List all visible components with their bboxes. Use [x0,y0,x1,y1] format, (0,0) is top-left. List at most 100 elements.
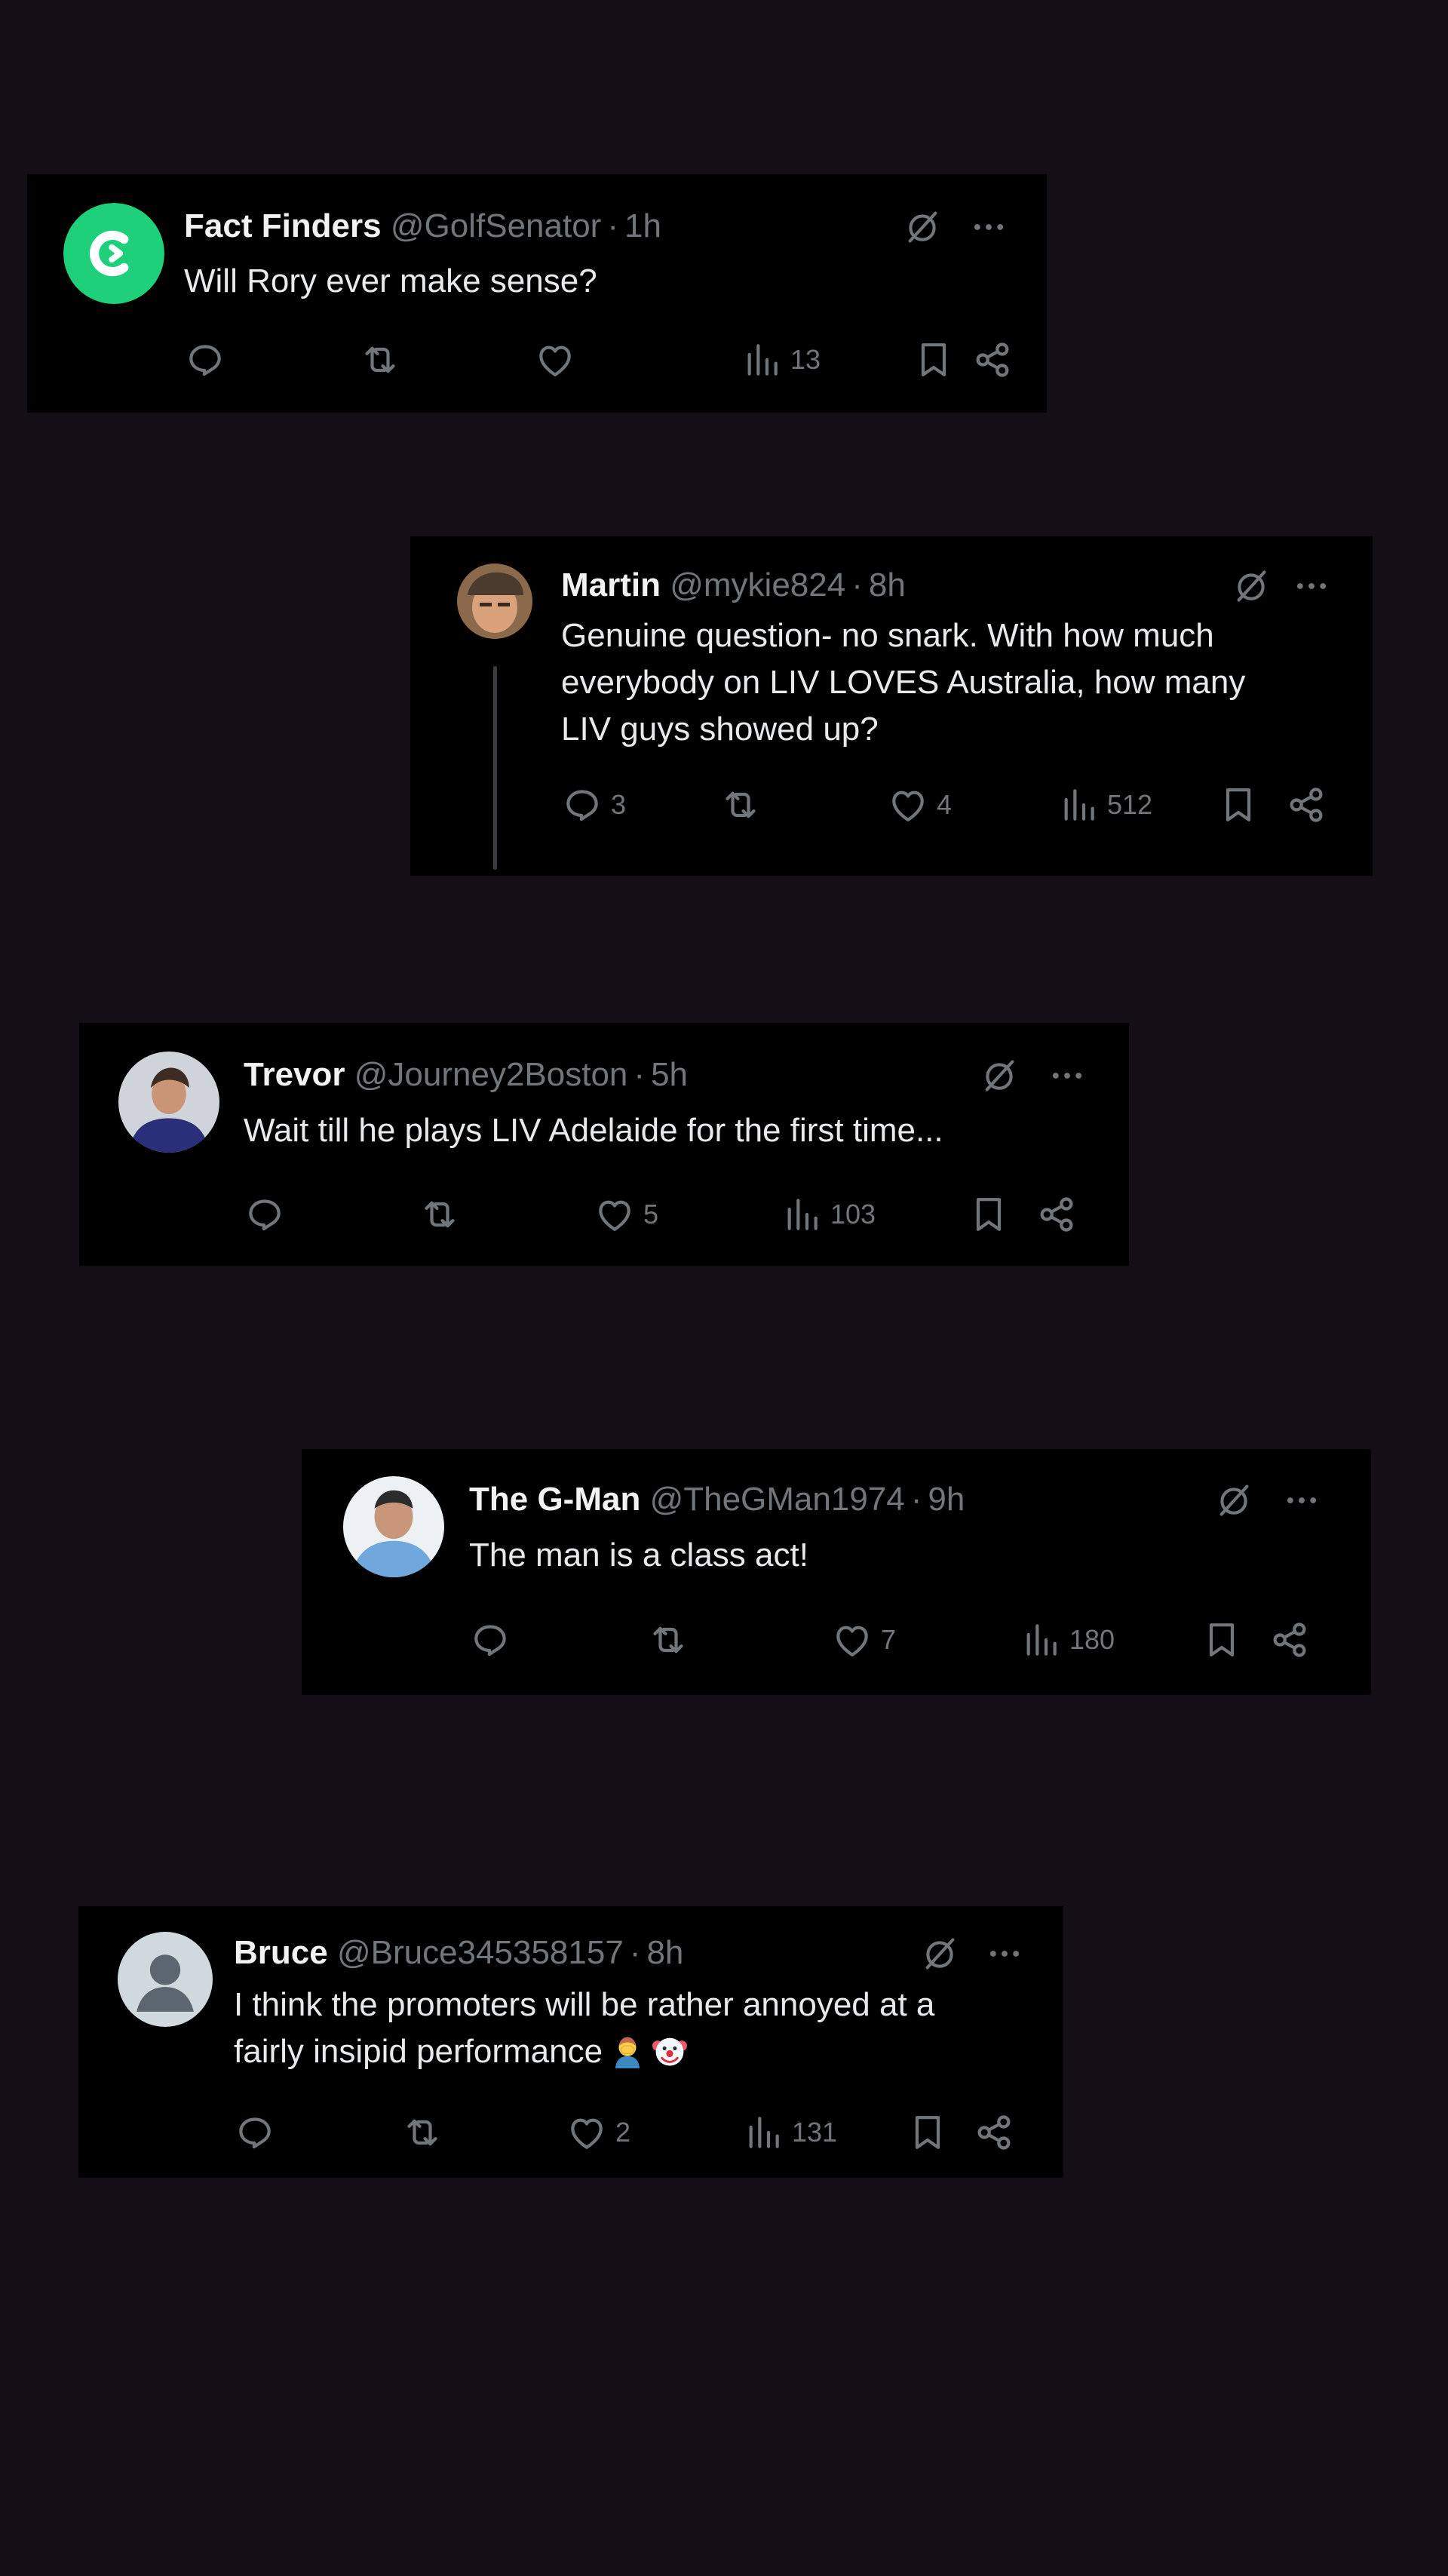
avatar[interactable] [343,1476,444,1577]
avatar[interactable] [457,563,532,639]
views-icon [1020,1619,1062,1661]
views-count: 103 [830,1199,876,1230]
grok-icon[interactable] [978,1055,1020,1097]
reply-button[interactable] [244,1192,286,1237]
like-icon [566,2111,608,2154]
timestamp[interactable]: 5h [651,1056,688,1093]
views-icon [781,1193,823,1236]
like-count: 7 [881,1624,897,1655]
tweet-header: Bruce @Bruce345358157 · 8h [234,1932,683,1974]
views-icon [742,2111,784,2154]
author-handle[interactable]: @GolfSenator [391,207,601,244]
timestamp[interactable]: 9h [928,1481,965,1518]
more-icon[interactable] [1046,1055,1088,1097]
share-icon [1035,1193,1078,1236]
reply-count: 3 [611,789,627,820]
bookmark-button[interactable] [1217,782,1259,827]
like-icon [887,784,929,826]
tweet-card[interactable]: The G-Man @TheGMan1974 · 9h The man is a c… [302,1449,1371,1695]
share-button[interactable] [973,2110,1015,2155]
separator: · [607,207,618,244]
like-button[interactable]: 5 [594,1192,658,1237]
grok-icon[interactable] [901,206,943,248]
text-line: everybody on LIV LOVES Australia, how ma… [561,664,1246,701]
author-name[interactable]: Trevor [244,1056,345,1093]
author-name[interactable]: Bruce [234,1934,328,1971]
avatar[interactable] [118,1932,213,2027]
reply-icon [234,2111,276,2154]
bookmark-button[interactable] [913,337,955,382]
grok-icon[interactable] [1213,1479,1255,1521]
text-line: Genuine question- no snark. With how muc… [561,617,1214,654]
grok-icon[interactable] [1230,565,1272,607]
repost-button[interactable] [719,782,762,827]
author-name[interactable]: The G-Man [469,1481,640,1518]
avatar[interactable] [118,1052,219,1153]
repost-button[interactable] [419,1192,461,1237]
views-button[interactable]: 512 [1057,782,1152,827]
author-handle[interactable]: @Bruce345358157 [337,1934,624,1971]
more-icon[interactable] [968,206,1010,248]
text-line: fairly insipid performance [234,2028,1048,2075]
author-handle[interactable]: @TheGMan1974 [650,1481,905,1518]
reply-button[interactable] [469,1617,511,1663]
repost-button[interactable] [647,1617,689,1663]
tweet-card[interactable]: Trevor @Journey2Boston · 5h Wait till he p… [79,1023,1129,1266]
views-button[interactable]: 13 [741,337,821,382]
more-icon[interactable] [1290,565,1333,607]
timestamp[interactable]: 8h [646,1934,683,1971]
tweet-card[interactable]: Martin @mykie824 · 8h Genuine question- no… [410,536,1373,876]
reply-button[interactable] [234,2110,276,2155]
bookmark-button[interactable] [1201,1617,1243,1663]
more-icon[interactable] [983,1933,1026,1975]
share-button[interactable] [971,337,1014,382]
author-handle[interactable]: @Journey2Boston [354,1056,628,1093]
views-button[interactable]: 103 [781,1192,876,1237]
author-name[interactable]: Fact Finders [184,207,382,244]
views-button[interactable]: 180 [1020,1617,1115,1663]
separator: · [851,566,863,603]
views-count: 13 [790,344,821,375]
separator: · [910,1481,922,1518]
reply-button[interactable]: 3 [561,782,626,827]
repost-button[interactable] [401,2110,443,2155]
tweet-card[interactable]: Bruce @Bruce345358157 · 8h I think the pro… [78,1906,1063,2178]
more-icon[interactable] [1281,1479,1323,1521]
tweet-header: Martin @mykie824 · 8h [561,564,906,606]
clown-face-emoji-icon [652,2037,688,2066]
thread-line [493,666,497,870]
share-button[interactable] [1035,1192,1078,1237]
author-handle[interactable]: @mykie824 [670,566,845,603]
grok-icon[interactable] [919,1933,961,1975]
repost-icon [647,1619,689,1661]
avatar[interactable] [63,203,164,304]
repost-button[interactable] [359,337,401,382]
share-icon [971,339,1014,381]
reply-button[interactable] [184,337,226,382]
action-bar: 7 180 [469,1617,1336,1663]
action-bar: 3 4 512 [561,782,1353,827]
share-button[interactable] [1269,1617,1311,1663]
like-button[interactable] [534,337,576,382]
timestamp[interactable]: 8h [869,566,906,603]
reply-icon [561,784,603,826]
share-button[interactable] [1285,782,1327,827]
text-line: The man is a class act! [469,1537,808,1574]
bookmark-button[interactable] [968,1192,1010,1237]
views-button[interactable]: 131 [742,2110,837,2155]
tweet-header: Fact Finders @GolfSenator · 1h [184,205,661,247]
like-count: 2 [615,2117,631,2148]
like-button[interactable]: 4 [887,782,952,827]
like-button[interactable]: 7 [831,1617,896,1663]
default-avatar-icon [118,1932,213,2027]
bookmark-button[interactable] [907,2110,949,2155]
like-button[interactable]: 2 [566,2110,630,2155]
timestamp[interactable]: 1h [624,207,661,244]
author-name[interactable]: Martin [561,566,661,603]
like-icon [534,339,576,381]
like-count: 5 [643,1199,659,1230]
photo-avatar-icon [457,563,532,639]
tweet-header: The G-Man @TheGMan1974 · 9h [469,1478,965,1521]
tweet-card[interactable]: Fact Finders @GolfSenator · 1h Will Rory e… [27,174,1047,413]
tweet-header: Trevor @Journey2Boston · 5h [244,1054,688,1096]
